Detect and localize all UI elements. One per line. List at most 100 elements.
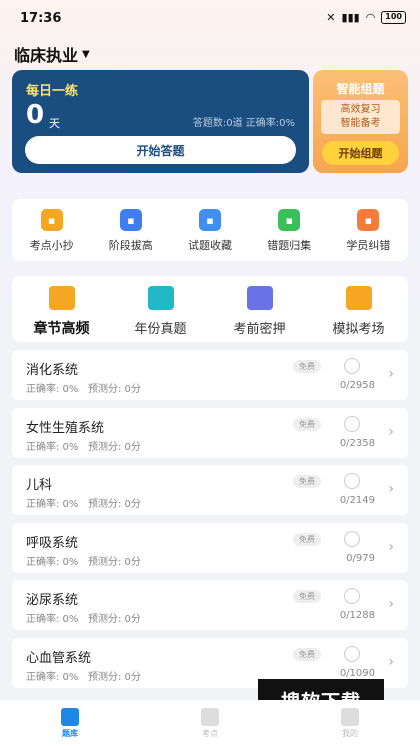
status-icons: ✕ ▮▮▮ ◠ 100 <box>326 11 406 24</box>
daily-stats: 答题数:0道 正确率:0% <box>193 114 295 129</box>
category-label: 章节高频 <box>33 321 90 337</box>
caret-down-icon: ▼ <box>82 48 90 60</box>
nav-item[interactable]: 我的 <box>280 700 420 746</box>
daily-title: 每日一练 <box>26 84 79 99</box>
progress-ring-icon <box>344 530 360 547</box>
tool-label: 错题归集 <box>267 239 312 252</box>
category-icon <box>345 286 372 310</box>
smart-line1: 高效复习 <box>340 104 381 115</box>
chapter-progress: 0/1288 <box>339 610 375 621</box>
chapter-accuracy: 正确率: 0% <box>26 384 79 395</box>
signal-icon: ▮▮▮ <box>341 11 360 24</box>
chevron-right-icon: › <box>388 538 394 555</box>
free-badge: 免费 <box>293 532 321 546</box>
chapter-row[interactable]: 儿科 正确率: 0% 预测分: 0分 免费 0/2149 › <box>12 465 408 515</box>
free-badge: 免费 <box>293 360 321 373</box>
chapter-name: 泌尿系统 <box>26 593 79 608</box>
category-label: 年份真题 <box>134 322 187 337</box>
chapter-accuracy: 正确率: 0% <box>26 556 79 568</box>
progress-ring-icon <box>344 588 360 604</box>
chapter-name: 心血管系统 <box>26 650 92 666</box>
chapter-predicted: 预测分: 0分 <box>87 499 141 510</box>
star-icon: ▪ <box>199 209 221 231</box>
chapter-predicted: 预测分: 0分 <box>87 556 141 568</box>
progress-ring-icon <box>344 473 360 489</box>
chevron-right-icon: › <box>388 366 394 382</box>
chapter-stats: 正确率: 0% 预测分: 0分 <box>26 380 141 395</box>
tool-notes[interactable]: ▪ 考点小抄 <box>12 199 91 261</box>
free-badge: 免费 <box>293 590 321 603</box>
notes-icon: ▪ <box>40 209 63 231</box>
chevron-right-icon: › <box>388 481 394 497</box>
chapter-progress: 0/2149 <box>339 495 375 506</box>
smart-compose-card: 智能组题 高效复习 智能备考 开始组题 <box>313 70 408 173</box>
smart-tagline: 高效复习 智能备考 <box>321 100 400 134</box>
exam-selector[interactable]: 临床执业 ▼ <box>14 42 90 66</box>
category-label: 模拟考场 <box>332 322 385 337</box>
chapter-predicted: 预测分: 0分 <box>87 671 141 683</box>
category-tab[interactable]: 考前密押 <box>210 276 309 342</box>
chapter-accuracy: 正确率: 0% <box>26 671 79 683</box>
progress-ring-icon <box>344 415 360 432</box>
category-icon <box>246 286 273 310</box>
daily-unit: 天 <box>49 117 60 130</box>
wrench-icon: ▪ <box>357 209 380 231</box>
chapter-accuracy: 正确率: 0% <box>26 499 79 510</box>
tool-label: 学员纠错 <box>346 239 391 252</box>
daily-answered: 答题数:0道 <box>192 118 243 129</box>
tool-bar-chart[interactable]: ▪ 阶段拔高 <box>91 199 170 261</box>
category-icon <box>147 286 174 310</box>
folder-icon: ▪ <box>278 209 301 231</box>
progress-ring-icon <box>344 358 360 374</box>
chevron-right-icon: › <box>388 423 394 440</box>
start-compose-button[interactable]: 开始组题 <box>322 141 399 165</box>
chapter-stats: 正确率: 0% 预测分: 0分 <box>26 495 141 510</box>
chapter-row[interactable]: 呼吸系统 正确率: 0% 预测分: 0分 免费 0/979 › <box>12 522 408 573</box>
quick-tools: ▪ 考点小抄 ▪ 阶段拔高 ▪ 试题收藏 ▪ 错题归集 ▪ 学员纠错 <box>12 199 408 261</box>
tool-folder[interactable]: ▪ 错题归集 <box>250 199 329 261</box>
category-tabs: 章节高频 年份真题 考前密押 模拟考场 <box>12 276 408 342</box>
chapter-predicted: 预测分: 0分 <box>87 384 141 395</box>
smart-title: 智能组题 <box>336 82 385 96</box>
chapter-name: 女性生殖系统 <box>26 420 105 436</box>
chevron-right-icon: › <box>388 653 394 670</box>
tool-label: 考点小抄 <box>29 239 74 252</box>
tool-star[interactable]: ▪ 试题收藏 <box>170 199 249 261</box>
bottom-nav: 题库 考点 我的 <box>0 700 420 746</box>
chapter-stats: 正确率: 0% 预测分: 0分 <box>26 438 141 453</box>
chapter-list: 消化系统 正确率: 0% 预测分: 0分 免费 0/2958 › 女性生殖系统 … <box>12 350 408 695</box>
chapter-progress: 0/979 <box>346 552 375 564</box>
nav-icon <box>201 708 219 726</box>
nav-label: 我的 <box>342 729 358 738</box>
nav-icon <box>61 708 79 726</box>
chapter-predicted: 预测分: 0分 <box>87 441 141 453</box>
category-tab[interactable]: 章节高频 <box>12 276 111 342</box>
chapter-row[interactable]: 泌尿系统 正确率: 0% 预测分: 0分 免费 0/1288 › <box>12 580 408 630</box>
free-badge: 免费 <box>293 647 321 661</box>
chapter-name: 呼吸系统 <box>26 535 79 551</box>
wifi-icon: ◠ <box>365 11 376 24</box>
nav-label: 考点 <box>202 729 218 738</box>
nav-item[interactable]: 题库 <box>0 700 140 746</box>
category-tab[interactable]: 模拟考场 <box>309 276 408 342</box>
nav-item[interactable]: 考点 <box>140 700 280 746</box>
chapter-progress: 0/2958 <box>339 380 375 391</box>
status-time: 17:36 <box>20 11 62 26</box>
daily-accuracy: 正确率:0% <box>245 118 295 129</box>
chapter-name: 消化系统 <box>26 363 79 378</box>
smart-line2: 智能备考 <box>340 118 381 129</box>
tool-wrench[interactable]: ▪ 学员纠错 <box>329 199 408 261</box>
tool-label: 试题收藏 <box>188 239 232 252</box>
chevron-right-icon: › <box>388 596 394 612</box>
nav-icon <box>341 708 359 726</box>
chapter-stats: 正确率: 0% 预测分: 0分 <box>26 668 141 683</box>
start-answer-button[interactable]: 开始答题 <box>25 136 296 164</box>
chapter-row[interactable]: 女性生殖系统 正确率: 0% 预测分: 0分 免费 0/2358 › <box>12 407 408 458</box>
page-title: 临床执业 <box>14 46 79 65</box>
category-tab[interactable]: 年份真题 <box>111 276 210 342</box>
progress-ring-icon <box>344 645 360 662</box>
tool-label: 阶段拔高 <box>108 239 153 252</box>
daily-days: 0 <box>26 100 45 130</box>
chapter-row[interactable]: 消化系统 正确率: 0% 预测分: 0分 免费 0/2958 › <box>12 350 408 400</box>
chapter-progress: 0/1090 <box>339 667 375 679</box>
